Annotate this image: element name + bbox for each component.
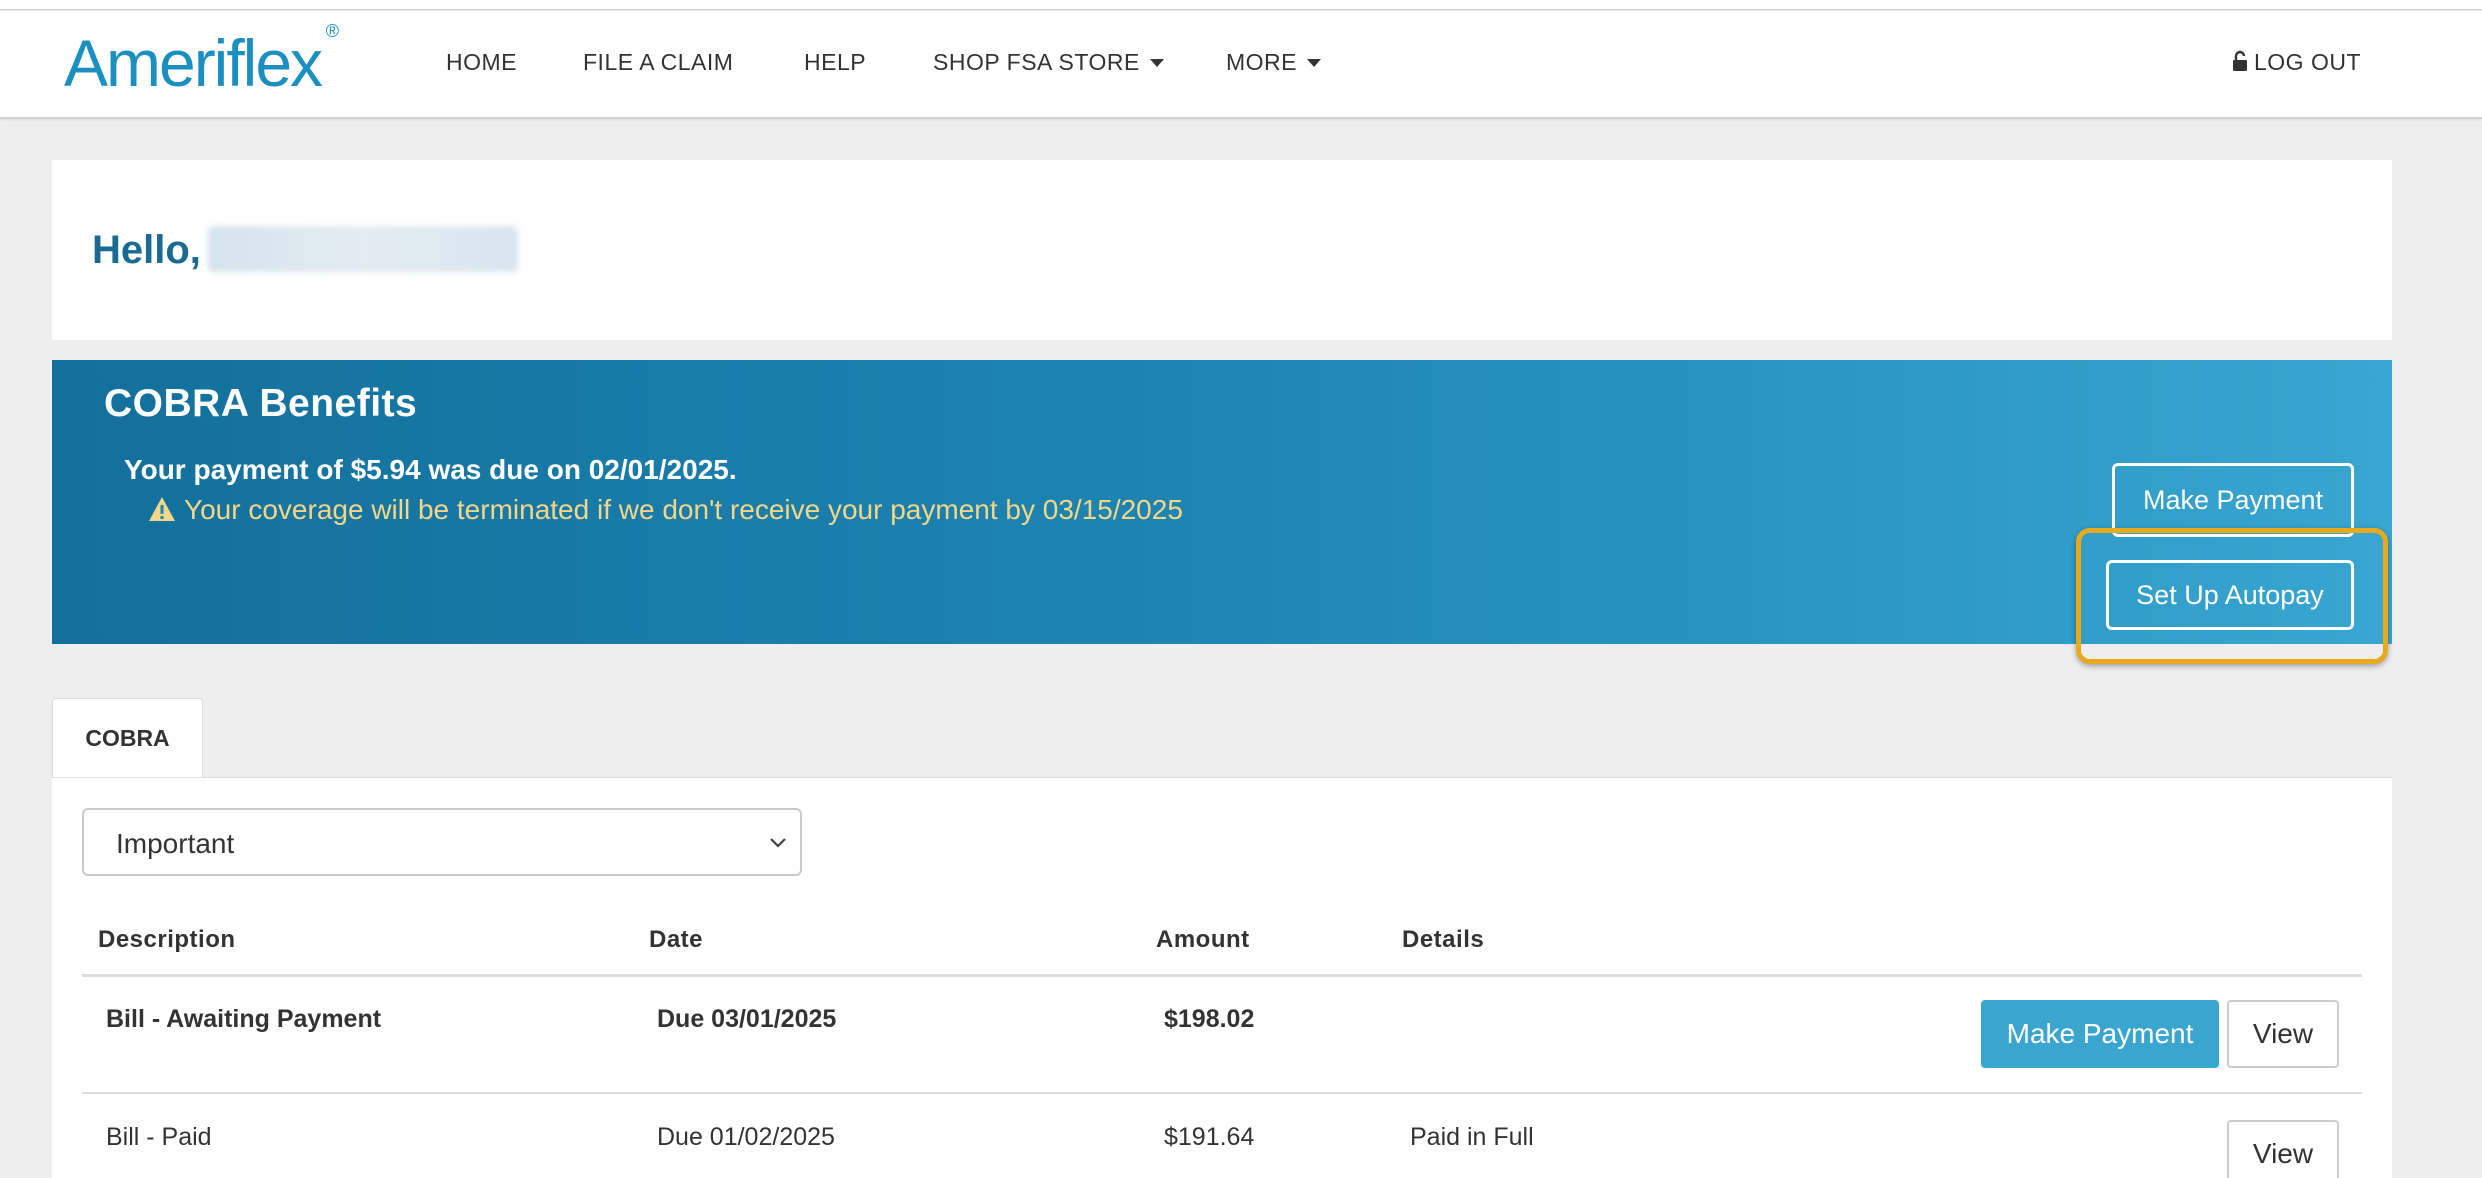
filter-select[interactable]: Important xyxy=(82,808,802,876)
termination-warning-text: Your coverage will be terminated if we d… xyxy=(184,494,1183,525)
warning-icon xyxy=(149,497,175,521)
nav-file-claim[interactable]: FILE A CLAIM xyxy=(583,49,733,76)
lock-icon xyxy=(2233,50,2247,71)
cobra-tab-content: Important Description Date Amount Detail… xyxy=(52,777,2392,1178)
greeting-panel: Hello, xyxy=(52,160,2392,340)
nav-shop-label: SHOP FSA STORE xyxy=(933,49,1140,75)
nav-home[interactable]: HOME xyxy=(446,49,517,76)
row-date: Due 01/02/2025 xyxy=(657,1123,835,1151)
registered-mark: ® xyxy=(325,21,340,41)
caret-down-icon xyxy=(1307,59,1321,67)
row-amount: $191.64 xyxy=(1164,1123,1255,1151)
table-header-divider xyxy=(82,974,2362,977)
row-description: Bill - Awaiting Payment xyxy=(106,1005,382,1033)
row-make-payment-button[interactable]: Make Payment xyxy=(1981,1000,2219,1068)
row-date: Due 03/01/2025 xyxy=(657,1005,837,1033)
termination-warning: Your coverage will be terminated if we d… xyxy=(148,494,1183,526)
tab-cobra[interactable]: COBRA xyxy=(52,698,203,778)
column-header-amount: Amount xyxy=(1156,926,1250,953)
nav-help[interactable]: HELP xyxy=(804,49,866,76)
row-amount: $198.02 xyxy=(1164,1005,1255,1033)
nav-shop-fsa-store[interactable]: SHOP FSA STORE xyxy=(933,49,1164,76)
nav-more[interactable]: MORE xyxy=(1226,49,1321,76)
brand-name: Ameriflex xyxy=(64,26,323,100)
payment-due-message: Your payment of $5.94 was due on 02/01/2… xyxy=(124,454,737,485)
top-navbar: Ameriflex ® HOME FILE A CLAIM HELP SHOP … xyxy=(0,11,2482,119)
row-description: Bill - Paid xyxy=(106,1123,212,1151)
chevron-down-icon xyxy=(770,838,786,848)
logout-label: LOG OUT xyxy=(2254,49,2362,75)
cobra-benefits-banner: COBRA Benefits Your payment of $5.94 was… xyxy=(52,360,2392,644)
top-border xyxy=(0,0,2482,10)
column-header-date: Date xyxy=(649,926,704,953)
caret-down-icon xyxy=(1149,59,1164,67)
row-view-button[interactable]: View xyxy=(2227,1000,2339,1068)
row-details: Paid in Full xyxy=(1410,1123,1534,1151)
make-payment-button[interactable]: Make Payment xyxy=(2112,463,2354,537)
table-row-divider xyxy=(82,1092,2362,1094)
column-header-details: Details xyxy=(1402,926,1485,953)
nav-more-label: MORE xyxy=(1226,49,1297,75)
greeting-text: Hello, xyxy=(92,228,201,272)
banner-title: COBRA Benefits xyxy=(104,382,418,425)
row-view-button[interactable]: View xyxy=(2227,1120,2339,1178)
redacted-user-name xyxy=(208,226,518,272)
ameriflex-logo[interactable]: Ameriflex ® xyxy=(64,21,339,101)
column-header-description: Description xyxy=(98,926,236,953)
logout-link[interactable]: LOG OUT xyxy=(2232,49,2361,76)
filter-select-value: Important xyxy=(116,828,235,859)
set-up-autopay-button[interactable]: Set Up Autopay xyxy=(2106,560,2354,630)
